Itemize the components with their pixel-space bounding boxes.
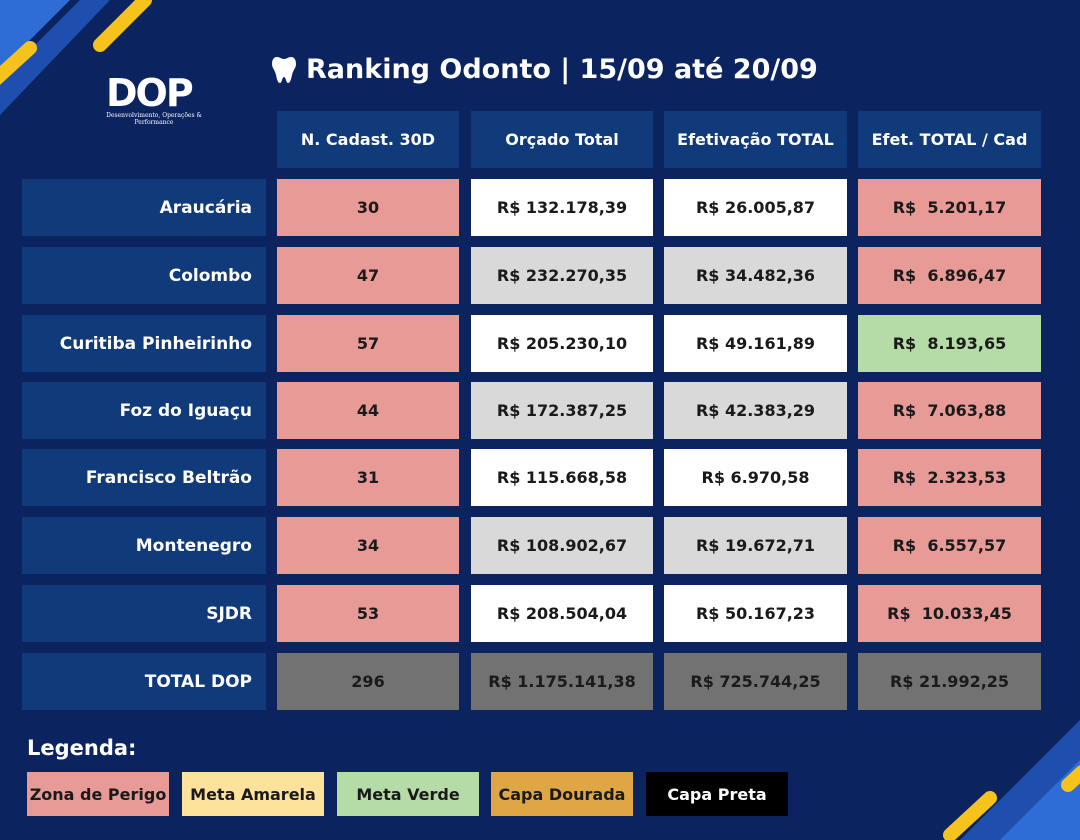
cell-cadast: 44 xyxy=(277,382,459,439)
header-cadast: N. Cadast. 30D xyxy=(277,111,459,168)
logo-text: DOP xyxy=(106,71,194,115)
row-label: SJDR xyxy=(22,585,266,642)
cell-orcado: R$ 208.504,04 xyxy=(471,585,653,642)
cell-efetivacao: R$ 42.383,29 xyxy=(664,382,847,439)
row-label: Araucária xyxy=(22,179,266,236)
cell-efetivacao: R$ 6.970,58 xyxy=(664,449,847,506)
legend-meta-verde: Meta Verde xyxy=(337,772,479,816)
cell-cadast: 30 xyxy=(277,179,459,236)
cell-efet-cad: R$ 5.201,17 xyxy=(858,179,1041,236)
cell-orcado: R$ 132.178,39 xyxy=(471,179,653,236)
cell-efet-cad: R$ 8.193,65 xyxy=(858,315,1041,372)
cell-cadast: 57 xyxy=(277,315,459,372)
tooth-icon xyxy=(272,57,296,83)
cell-efetivacao: R$ 26.005,87 xyxy=(664,179,847,236)
header-efetivacao: Efetivação TOTAL xyxy=(664,111,847,168)
cell-efetivacao: R$ 34.482,36 xyxy=(664,247,847,304)
cell-orcado: R$ 108.902,67 xyxy=(471,517,653,574)
cell-efet-cad: R$ 6.896,47 xyxy=(858,247,1041,304)
cell-efetivacao: R$ 19.672,71 xyxy=(664,517,847,574)
dop-logo: DOP Desenvolvimento, Operações & Perform… xyxy=(104,72,204,132)
row-label: Colombo xyxy=(22,247,266,304)
header-efet-cad: Efet. TOTAL / Cad xyxy=(858,111,1041,168)
row-label: Foz do Iguaçu xyxy=(22,382,266,439)
total-orcado: R$ 1.175.141,38 xyxy=(471,653,653,710)
total-efet-cad: R$ 21.992,25 xyxy=(858,653,1041,710)
row-label: Francisco Beltrão xyxy=(22,449,266,506)
cell-orcado: R$ 115.668,58 xyxy=(471,449,653,506)
cell-efetivacao: R$ 50.167,23 xyxy=(664,585,847,642)
cell-efet-cad: R$ 10.033,45 xyxy=(858,585,1041,642)
cell-cadast: 53 xyxy=(277,585,459,642)
cell-cadast: 31 xyxy=(277,449,459,506)
legend-zona-de-perigo: Zona de Perigo xyxy=(27,772,169,816)
total-cadast: 296 xyxy=(277,653,459,710)
title-text: Ranking Odonto | 15/09 até 20/09 xyxy=(306,54,818,85)
cell-efet-cad: R$ 2.323,53 xyxy=(858,449,1041,506)
legend-title: Legenda: xyxy=(27,736,137,760)
cell-orcado: R$ 232.270,35 xyxy=(471,247,653,304)
legend-capa-dourada: Capa Dourada xyxy=(491,772,633,816)
bottom-right-decoration xyxy=(943,720,1080,840)
row-label: Montenegro xyxy=(22,517,266,574)
cell-cadast: 34 xyxy=(277,517,459,574)
row-label: Curitiba Pinheirinho xyxy=(22,315,266,372)
cell-orcado: R$ 205.230,10 xyxy=(471,315,653,372)
legend-capa-preta: Capa Preta xyxy=(646,772,788,816)
page-title: Ranking Odonto | 15/09 até 20/09 xyxy=(272,50,818,90)
logo-subtitle: Desenvolvimento, Operações & Performance xyxy=(106,112,202,126)
cell-efet-cad: R$ 6.557,57 xyxy=(858,517,1041,574)
cell-cadast: 47 xyxy=(277,247,459,304)
cell-orcado: R$ 172.387,25 xyxy=(471,382,653,439)
total-efetivacao: R$ 725.744,25 xyxy=(664,653,847,710)
total-label: TOTAL DOP xyxy=(22,653,266,710)
header-orcado: Orçado Total xyxy=(471,111,653,168)
cell-efetivacao: R$ 49.161,89 xyxy=(664,315,847,372)
cell-efet-cad: R$ 7.063,88 xyxy=(858,382,1041,439)
legend-meta-amarela: Meta Amarela xyxy=(182,772,324,816)
